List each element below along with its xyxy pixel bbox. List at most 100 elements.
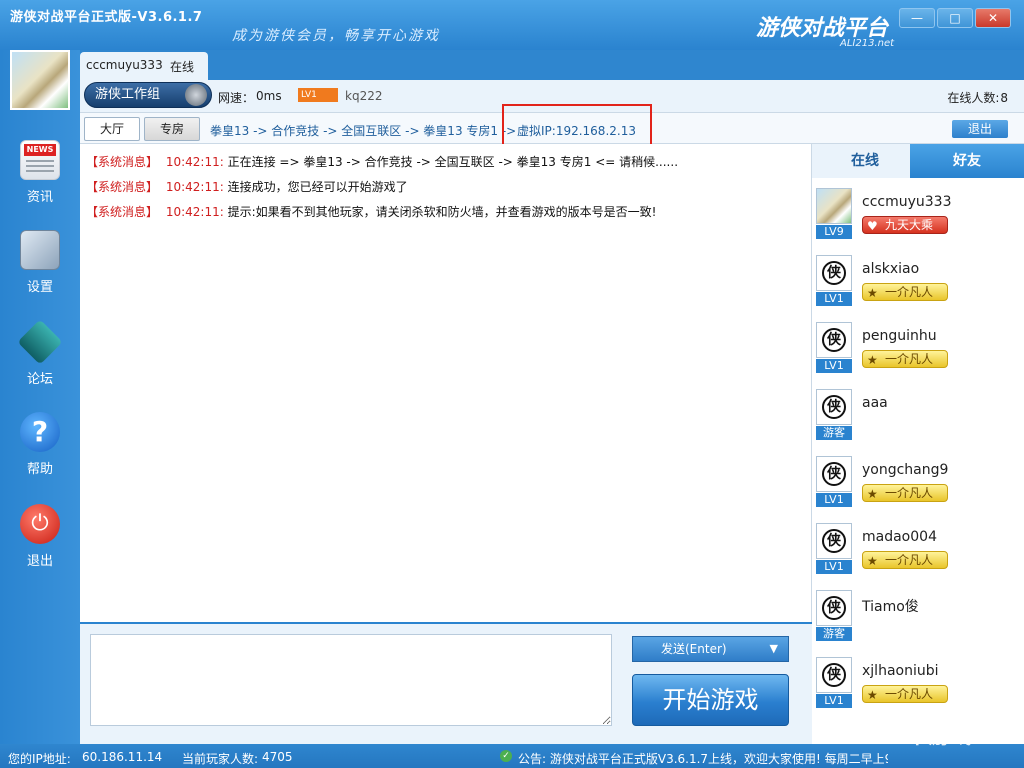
notice-text: 公告: 游侠对战平台正式版V3.6.1.7上线，欢迎大家使用! 每周二早上9点平… [518, 752, 888, 766]
message-tag: 【系统消息】 [86, 205, 159, 219]
tab-hall[interactable]: 大厅 [84, 117, 140, 141]
send-button[interactable]: 发送(Enter) ▼ [632, 636, 789, 662]
rank-label: 一介凡人 [885, 553, 934, 567]
exit-icon: ⏻ [20, 504, 60, 544]
ip-label: 您的IP地址: [8, 752, 71, 766]
player-name: madao004 [862, 529, 937, 545]
star-icon: ★ [867, 487, 878, 501]
nav-item-settings[interactable]: 设置 [0, 230, 80, 310]
player-row[interactable]: 侠 LV1 alskxiao ★ 一介凡人 [812, 255, 1024, 322]
rank-label: 九天大乘 [885, 218, 934, 232]
player-avatar[interactable]: 侠 [816, 523, 852, 559]
player-row[interactable]: 侠游客 Tiamo俊 [812, 590, 1024, 657]
ping-value: 0ms [256, 89, 282, 103]
player-level: LV1 [816, 292, 852, 306]
peer-name: kq222 [345, 89, 383, 103]
player-row[interactable]: LV9 cccmuyu333 ♥ 九天大乘 [812, 188, 1024, 255]
ali-logo-icon: 侠 [822, 663, 846, 687]
player-name: cccmuyu333 [862, 194, 952, 210]
minimize-button[interactable]: — [899, 8, 935, 28]
maximize-button[interactable]: □ [937, 8, 973, 28]
close-button[interactable]: ✕ [975, 8, 1011, 28]
star-icon: ★ [867, 286, 878, 300]
nav-item-label: 资讯 [26, 190, 53, 205]
player-level: LV1 [816, 694, 852, 708]
player-rank-badge: ★ 一介凡人 [862, 283, 948, 301]
start-game-button[interactable]: 开始游戏 [632, 674, 789, 726]
chat-message: 【系统消息】 10:42:11: 正在连接 => 拳皇13 -> 合作竞技 ->… [86, 153, 678, 170]
news-icon [20, 140, 60, 180]
player-level: LV1 [816, 359, 852, 373]
player-name: xjlhaoniubi [862, 663, 939, 679]
dropdown-arrow-icon[interactable]: ▼ [770, 637, 778, 661]
level-tag: LV1 [298, 88, 338, 102]
rank-label: 一介凡人 [885, 687, 934, 701]
message-tag: 【系统消息】 [86, 155, 159, 169]
nav-item-label: 论坛 [26, 372, 53, 387]
window-title: 游侠对战平台正式版-V3.6.1.7 [10, 10, 203, 25]
nav-item-news[interactable]: 资讯 [0, 140, 80, 220]
player-avatar[interactable]: 侠 [816, 322, 852, 358]
online-count-label: 在线人数: [947, 91, 1000, 105]
message-text: 正在连接 => 拳皇13 -> 合作竞技 -> 全国互联区 -> 拳皇13 专房… [227, 155, 679, 169]
ali-logo-icon: 侠 [822, 596, 846, 620]
player-avatar[interactable]: 侠 [816, 456, 852, 492]
chat-log[interactable]: 【系统消息】 10:42:11: 正在连接 => 拳皇13 -> 合作竞技 ->… [80, 144, 812, 622]
nav-item-forum[interactable]: 论坛 [0, 319, 80, 402]
player-name: alskxiao [862, 261, 920, 277]
player-avatar[interactable] [816, 188, 852, 224]
player-row[interactable]: 侠 LV1 madao004 ★ 一介凡人 [812, 523, 1024, 590]
player-avatar[interactable]: 侠 [816, 389, 852, 425]
player-row[interactable]: 侠 LV1 xjlhaoniubi ★ 一介凡人 [812, 657, 1024, 724]
online-count: 在线人数:8 [947, 89, 1008, 106]
user-tab: cccmuyu333 在线 [80, 52, 208, 80]
breadcrumb: 拳皇13 -> 合作竞技 -> 全国互联区 -> 拳皇13 专房1 -> [210, 124, 517, 138]
user-name: cccmuyu333 [86, 58, 163, 72]
tab-friends[interactable]: 好友 [910, 144, 1024, 178]
player-name: aaa [862, 395, 888, 411]
tab-online[interactable]: 在线 [812, 144, 918, 178]
player-avatar[interactable]: 侠 [816, 590, 852, 626]
rank-label: 一介凡人 [885, 352, 934, 366]
player-avatar[interactable]: 侠 [816, 657, 852, 693]
player-rank-badge: ♥ 九天大乘 [862, 216, 948, 234]
player-level: LV1 [816, 493, 852, 507]
nav-item-help[interactable]: ? 帮助 [0, 412, 80, 492]
team-emblem-icon [185, 84, 207, 106]
user-avatar[interactable] [10, 50, 70, 110]
message-time: 10:42:11: [165, 180, 224, 194]
platform-logo-sub: ALI213.net [840, 38, 895, 49]
nav-item-exit[interactable]: ⏻ 退出 [0, 504, 80, 584]
player-row[interactable]: 侠 LV1 penguinhu ★ 一介凡人 [812, 322, 1024, 389]
player-row[interactable]: 侠 LV1 yongchang9 ★ 一介凡人 [812, 456, 1024, 523]
player-level: LV9 [816, 225, 852, 239]
user-status[interactable]: 在线 [170, 58, 194, 75]
players-value: 4705 [262, 750, 293, 764]
team-badge[interactable]: 游侠工作组 [84, 82, 212, 108]
tab-room[interactable]: 专房 [144, 117, 200, 141]
player-rank-badge: ★ 一介凡人 [862, 685, 948, 703]
send-label: 发送(Enter) [661, 642, 727, 656]
left-nav: 资讯 设置 论坛 ? 帮助 ⏻ 退出 [0, 50, 80, 744]
player-row[interactable]: 侠游客 aaa [812, 389, 1024, 456]
ali-logo-icon: 侠 [822, 529, 846, 553]
player-panel: 在线 好友 LV9 cccmuyu333 ♥ 九天大乘侠 LV1 alskxiao ★ 一介凡… [812, 144, 1024, 744]
input-area: 发送(Enter) ▼ 开始游戏 [80, 622, 812, 744]
player-avatar[interactable]: 侠 [816, 255, 852, 291]
watermark-logo: 牛游戏 [906, 724, 973, 749]
star-icon: ★ [867, 688, 878, 702]
team-name: 游侠工作组 [95, 87, 161, 102]
ali-logo-icon: 侠 [822, 261, 846, 285]
players-label: 当前玩家人数: [182, 752, 259, 766]
player-name: Tiamo俊 [862, 599, 919, 615]
slogan: 成为游侠会员，畅享开心游戏 [232, 28, 440, 44]
chat-input[interactable] [90, 634, 612, 726]
ip-value: 60.186.11.14 [82, 750, 163, 764]
info-bar: 游侠工作组 网速： 0ms LV1 kq222 在线人数:8 [80, 80, 1024, 112]
exit-room-button[interactable]: 退出 [952, 120, 1008, 138]
settings-icon [20, 230, 60, 270]
chat-message: 【系统消息】 10:42:11: 提示:如果看不到其他玩家，请关闭杀软和防火墙，… [86, 203, 656, 220]
chat-message: 【系统消息】 10:42:11: 连接成功，您已经可以开始游戏了 [86, 178, 408, 195]
message-time: 10:42:11: [165, 155, 224, 169]
heart-icon: ♥ [867, 219, 878, 233]
